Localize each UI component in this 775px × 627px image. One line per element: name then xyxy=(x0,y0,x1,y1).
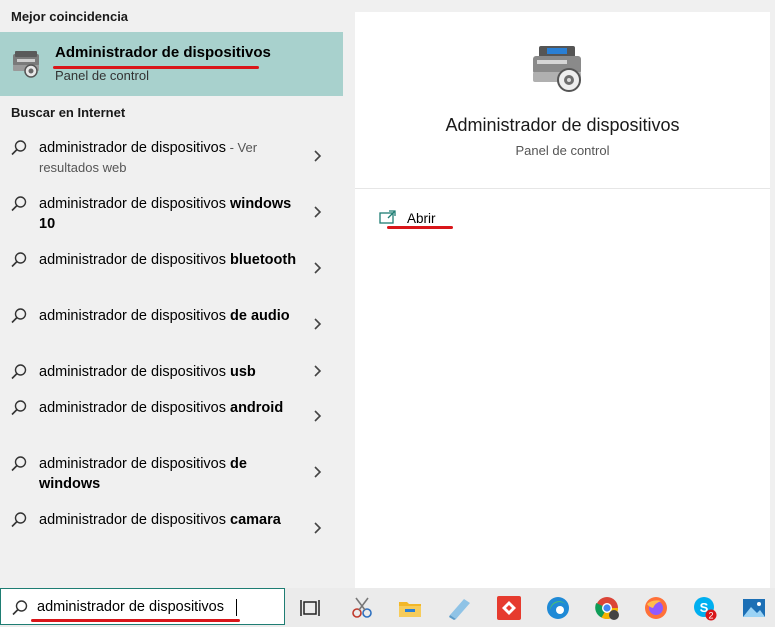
chevron-right-icon xyxy=(314,150,322,162)
result-plain-text: administrador de dispositivos xyxy=(39,196,231,212)
web-result-item[interactable]: administrador de dispositivos bluetooth xyxy=(0,251,343,291)
web-result-text: administrador de dispositivos de windows xyxy=(39,454,301,494)
search-icon xyxy=(11,308,27,324)
device-manager-icon xyxy=(13,51,39,78)
red-underline-annotation xyxy=(387,226,453,229)
result-plain-text: administrador de dispositivos xyxy=(39,308,231,324)
search-icon xyxy=(11,364,27,380)
red-underline-annotation xyxy=(53,66,259,69)
result-bold-text: android xyxy=(230,400,284,416)
chevron-right-icon xyxy=(314,410,322,422)
web-result-item[interactable]: administrador de dispositivos de windows xyxy=(0,455,343,495)
chevron-right-icon xyxy=(314,262,322,274)
red-underline-annotation xyxy=(31,619,240,622)
chrome-icon[interactable] xyxy=(594,595,620,621)
best-match-title: Administrador de dispositivos xyxy=(55,44,271,61)
edge-icon[interactable] xyxy=(545,595,571,621)
firefox-icon[interactable] xyxy=(643,595,669,621)
search-results-panel: Mejor coincidencia Administrador de disp… xyxy=(0,0,354,588)
windows-search-window: Mejor coincidencia Administrador de disp… xyxy=(0,0,775,627)
detail-panel: Administrador de dispositivos Panel de c… xyxy=(355,12,770,588)
search-input[interactable] xyxy=(37,596,277,618)
result-bold-text: de audio xyxy=(230,308,290,324)
search-icon xyxy=(11,512,27,528)
web-result-text: administrador de dispositivos - Ver resu… xyxy=(39,138,301,178)
web-result-item[interactable]: administrador de dispositivos camara xyxy=(0,511,343,551)
task-view-icon[interactable] xyxy=(298,595,324,621)
chevron-right-icon xyxy=(314,206,322,218)
snipping-tool-icon[interactable] xyxy=(349,595,375,621)
divider xyxy=(355,188,770,189)
file-explorer-icon[interactable] xyxy=(397,595,423,621)
detail-subtitle: Panel de control xyxy=(515,143,610,158)
photos-icon[interactable] xyxy=(741,595,767,621)
chevron-right-icon xyxy=(314,318,322,330)
web-result-item[interactable]: administrador de dispositivos android xyxy=(0,399,343,439)
open-icon xyxy=(379,210,396,224)
detail-title: Administrador de dispositivos xyxy=(445,115,680,135)
best-match-item[interactable]: Administrador de dispositivos Panel de c… xyxy=(0,32,343,96)
result-plain-text: administrador de dispositivos xyxy=(39,252,231,268)
web-result-text: administrador de dispositivos camara xyxy=(39,510,301,530)
result-plain-text: administrador de dispositivos xyxy=(39,364,231,380)
result-plain-text: administrador de dispositivos xyxy=(39,512,231,528)
search-icon xyxy=(11,400,27,416)
chevron-right-icon xyxy=(314,466,322,478)
web-result-item[interactable]: administrador de dispositivos usb xyxy=(0,363,343,383)
web-result-text: administrador de dispositivos windows 10 xyxy=(39,194,301,234)
web-result-text: administrador de dispositivos de audio xyxy=(39,306,301,326)
open-label: Abrir xyxy=(407,211,436,226)
result-plain-text: administrador de dispositivos xyxy=(39,140,226,156)
search-icon xyxy=(11,140,27,156)
web-result-item[interactable]: administrador de dispositivos windows 10 xyxy=(0,195,343,235)
device-manager-icon xyxy=(533,46,581,92)
web-result-text: administrador de dispositivos usb xyxy=(39,362,301,382)
skype-badge-count: 2 xyxy=(708,611,713,621)
result-bold-text: usb xyxy=(230,364,256,380)
best-match-header: Mejor coincidencia xyxy=(11,9,129,24)
anydesk-icon[interactable] xyxy=(496,595,522,621)
web-result-item[interactable]: administrador de dispositivos de audio xyxy=(0,307,343,347)
result-plain-text: administrador de dispositivos xyxy=(39,456,231,472)
skype-icon[interactable]: S 2 xyxy=(692,595,718,621)
web-search-header: Buscar en Internet xyxy=(11,105,126,120)
text-caret xyxy=(236,599,237,616)
chevron-right-icon xyxy=(314,365,322,377)
result-plain-text: administrador de dispositivos xyxy=(39,400,231,416)
search-icon xyxy=(11,196,27,212)
search-icon xyxy=(11,252,27,268)
search-icon xyxy=(12,600,28,616)
search-icon xyxy=(11,456,27,472)
web-result-text: administrador de dispositivos android xyxy=(39,398,301,418)
web-result-item[interactable]: administrador de dispositivos - Ver resu… xyxy=(0,139,343,179)
chevron-right-icon xyxy=(314,522,322,534)
notepad-app-icon[interactable] xyxy=(446,595,472,621)
best-match-subtitle: Panel de control xyxy=(55,68,149,83)
web-result-text: administrador de dispositivos bluetooth xyxy=(39,250,301,270)
result-bold-text: camara xyxy=(230,512,281,528)
result-bold-text: bluetooth xyxy=(230,252,297,268)
